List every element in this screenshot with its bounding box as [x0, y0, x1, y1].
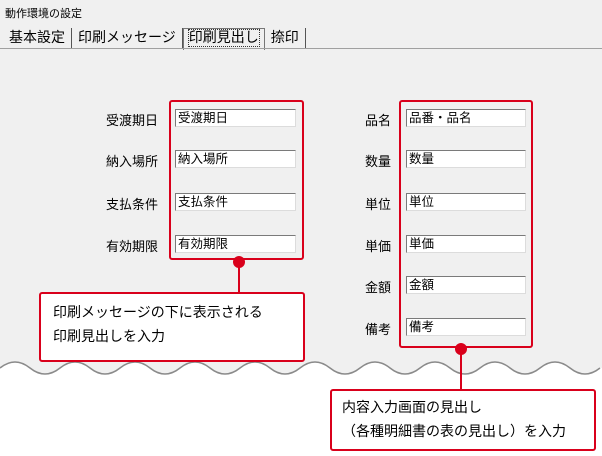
label-unit-price: 単価	[364, 240, 391, 255]
tab-divider	[0, 48, 602, 49]
callout-left-line1: 印刷メッセージの下に表示される	[53, 305, 263, 321]
callout-right-leader	[460, 353, 462, 390]
callout-right-line1: 内容入力画面の見出し	[342, 400, 482, 416]
callout-left: 印刷メッセージの下に表示される 印刷見出しを入力	[39, 292, 305, 362]
highlight-left-fields	[169, 100, 304, 260]
callout-left-line2: 印刷見出しを入力	[53, 329, 165, 345]
label-expiration: 有効期限	[105, 240, 158, 255]
tab-seal[interactable]: 捺印	[265, 28, 306, 49]
label-unit: 単位	[364, 198, 391, 213]
highlight-right-fields	[399, 100, 533, 348]
label-quantity: 数量	[364, 155, 391, 170]
tab-print-message[interactable]: 印刷メッセージ	[72, 28, 183, 49]
callout-right-line2: （各種明細書の表の見出し）を入力	[342, 424, 566, 440]
callout-right: 内容入力画面の見出し （各種明細書の表の見出し）を入力	[330, 389, 596, 451]
label-remarks: 備考	[364, 323, 391, 338]
tab-basic-settings[interactable]: 基本設定	[3, 28, 72, 49]
tab-bar: 基本設定 印刷メッセージ 印刷見出し 捺印	[3, 27, 306, 50]
label-item-name: 品名	[364, 114, 391, 129]
label-delivery-place: 納入場所	[105, 155, 158, 170]
label-delivery-date: 受渡期日	[105, 114, 158, 129]
label-amount: 金額	[364, 281, 391, 296]
tab-print-headings[interactable]: 印刷見出し	[182, 28, 265, 50]
callout-left-leader	[238, 266, 240, 293]
label-payment-terms: 支払条件	[105, 198, 158, 213]
window-title: 動作環境の設定	[5, 7, 82, 20]
